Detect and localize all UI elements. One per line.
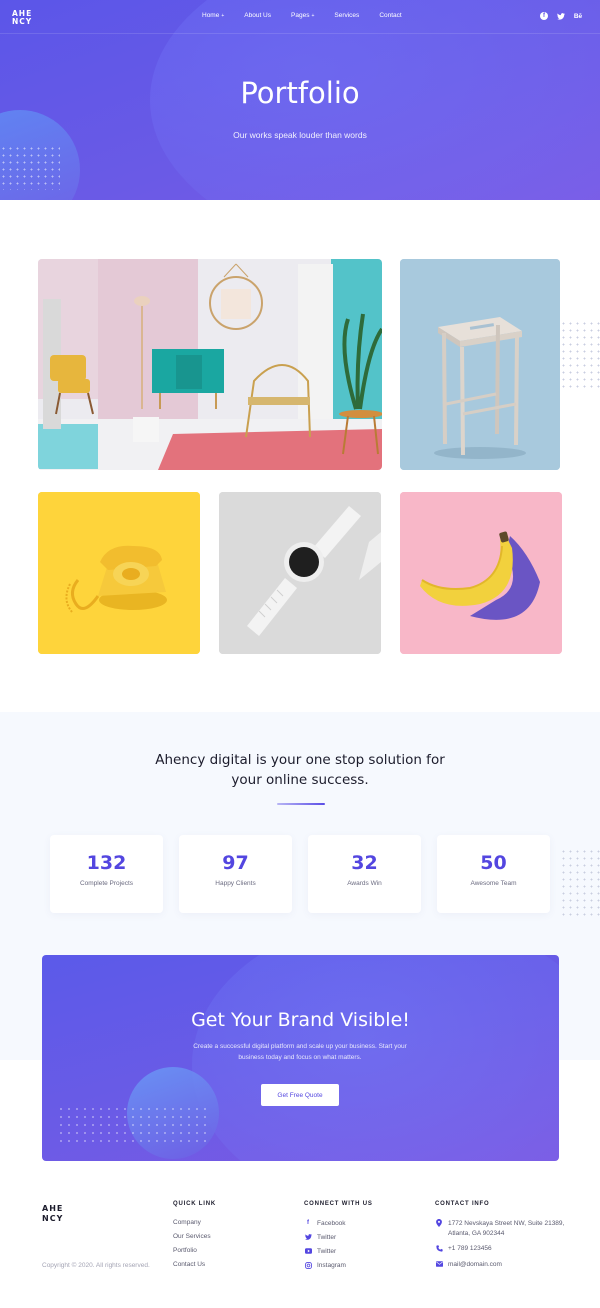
heading-underline [277, 803, 325, 805]
portfolio-item-telephone[interactable] [38, 492, 200, 654]
portfolio-item-banana[interactable] [400, 492, 562, 654]
copyright-text: Copyright © 2020. All rights reserved. [42, 1262, 150, 1269]
watch-image [219, 492, 381, 654]
behance-icon[interactable]: Bē [574, 12, 582, 20]
cta-description: Create a successful digital platform and… [193, 1043, 407, 1061]
contact-info-title: CONTACT INFO [435, 1201, 490, 1207]
twitter-icon [304, 1233, 312, 1241]
stat-label: Happy Clients [215, 880, 256, 887]
site-logo[interactable]: AHE NCY [12, 10, 40, 26]
nav-item-pages[interactable]: Pages + [291, 12, 314, 19]
stat-value: 50 [480, 852, 507, 874]
cta-title: Get Your Brand Visible! [191, 1009, 410, 1031]
portfolio-item-interior[interactable] [38, 259, 382, 470]
twitter-icon[interactable] [557, 12, 565, 20]
nav-item-about[interactable]: About Us [244, 12, 271, 19]
address-line-2: Atlanta, GA 902344 [448, 1230, 505, 1237]
nav-divider [0, 33, 600, 34]
footer-logo[interactable]: AHE NCY [42, 1204, 76, 1224]
stat-label: Awesome Team [470, 880, 517, 887]
banana-image [400, 492, 562, 654]
interior-image [38, 259, 382, 470]
map-pin-icon [435, 1219, 443, 1227]
footer-link-portfolio[interactable]: Portfolio [173, 1247, 197, 1254]
portfolio-item-watch[interactable] [219, 492, 381, 654]
stat-label: Awards Win [347, 880, 382, 887]
phone-icon [435, 1244, 443, 1252]
facebook-icon: f [307, 1220, 309, 1226]
stat-card-awards: 32 Awards Win [308, 835, 421, 913]
mail-icon [435, 1260, 443, 1268]
decor-dots [560, 320, 600, 390]
stats-heading: Ahency digital is your one stop solution… [155, 752, 445, 788]
portfolio-item-stool[interactable] [400, 259, 560, 470]
stat-card-projects: 132 Complete Projects [50, 835, 163, 913]
address-line-1: 1772 Nevskaya Street NW, Suite 21389, [448, 1220, 565, 1227]
decor-dots [560, 848, 600, 918]
footer-phone[interactable]: +1 789 123456 [435, 1244, 492, 1254]
stat-card-clients: 97 Happy Clients [179, 835, 292, 913]
page-title: Portfolio [240, 76, 360, 110]
nav-item-contact[interactable]: Contact [379, 12, 401, 19]
footer-social-instagram[interactable]: Instagram [304, 1261, 346, 1271]
hero-decor-dots [0, 145, 60, 190]
nav-item-home[interactable]: Home + [202, 12, 224, 19]
facebook-icon[interactable]: f [540, 12, 548, 20]
instagram-icon [304, 1261, 312, 1269]
connect-title: CONNECT WITH US [304, 1201, 373, 1207]
footer-link-company[interactable]: Company [173, 1219, 201, 1226]
plus-icon: + [311, 13, 315, 19]
stat-card-team: 50 Awesome Team [437, 835, 550, 913]
telephone-image [38, 492, 200, 654]
header-social-links: f Bē [540, 12, 582, 20]
footer-social-twitter[interactable]: Twitter [304, 1233, 336, 1243]
stat-value: 132 [86, 852, 127, 874]
footer-email[interactable]: mail@domain.com [435, 1260, 502, 1270]
stool-image [400, 259, 560, 470]
nav-item-services[interactable]: Services [334, 12, 359, 19]
footer-link-services[interactable]: Our Services [173, 1233, 211, 1240]
footer-address: 1772 Nevskaya Street NW, Suite 21389, At… [435, 1219, 564, 1239]
footer-social-youtube[interactable]: Twitter [304, 1247, 336, 1257]
footer-social-facebook[interactable]: f Facebook [304, 1219, 346, 1229]
youtube-icon [304, 1247, 312, 1255]
stat-value: 32 [351, 852, 378, 874]
plus-icon: + [221, 13, 225, 19]
get-free-quote-button[interactable]: Get Free Quote [261, 1084, 339, 1106]
stat-label: Complete Projects [79, 880, 134, 887]
hero-banner: AHE NCY Home + About Us Pages + Services C… [0, 0, 600, 200]
quick-link-title: QUICK LINK [173, 1201, 216, 1207]
page-subtitle: Our works speak louder than words [233, 130, 367, 140]
footer-link-contact[interactable]: Contact Us [173, 1261, 205, 1268]
cta-decor-dots [57, 1105, 207, 1145]
cta-banner: Get Your Brand Visible! Create a success… [42, 955, 559, 1161]
main-nav: Home + About Us Pages + Services Contact [202, 12, 422, 19]
stat-value: 97 [222, 852, 249, 874]
